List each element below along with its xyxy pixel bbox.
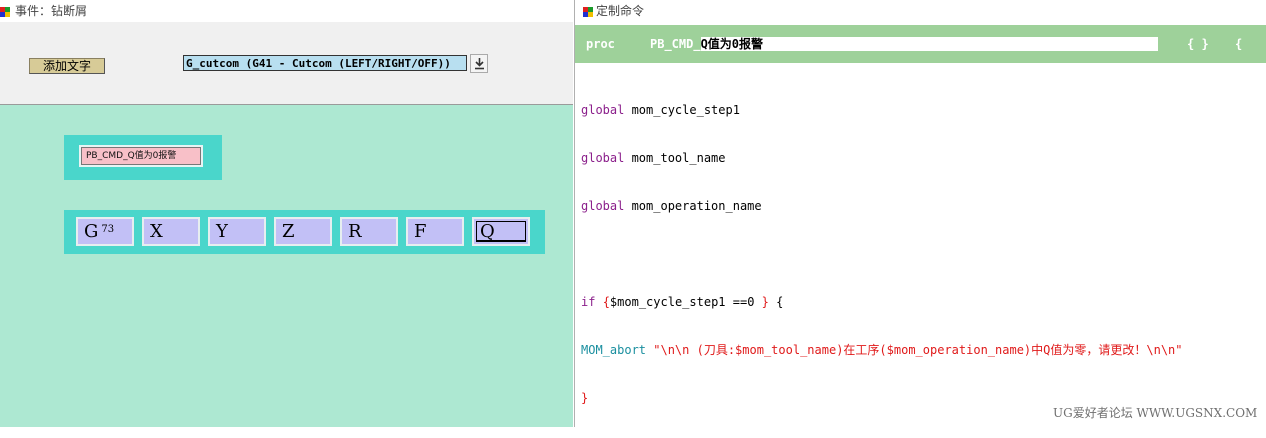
param-box-y[interactable]: Y <box>208 217 266 246</box>
param-box-q[interactable]: Q <box>472 217 530 246</box>
param-letter: F <box>414 221 427 242</box>
custom-command-titlebar: 定制命令 <box>575 0 1266 22</box>
proc-header-bar: proc PB_CMD_Q值为0报警 { } { <box>575 25 1266 63</box>
code-line: if {$mom_cycle_step1 ==0 } { <box>581 295 784 309</box>
param-box-g[interactable]: G 73 <box>76 217 134 246</box>
code-editor[interactable]: global mom_cycle_step1 global mom_tool_n… <box>581 70 1183 438</box>
param-letter: G <box>84 221 99 242</box>
event-toolbar: 添加文字 G_cutcom (G41 - Cutcom (LEFT/RIGHT/… <box>0 22 573 105</box>
proc-name-input[interactable]: PB_CMD_Q值为0报警 <box>650 37 1158 51</box>
param-box-x[interactable]: X <box>142 217 200 246</box>
param-box-r[interactable]: R <box>340 217 398 246</box>
app-icon <box>0 6 10 17</box>
custom-command-window: 定制命令 proc PB_CMD_Q值为0报警 { } { global mom… <box>574 0 1266 427</box>
event-window: 事件：钻断屑 添加文字 G_cutcom (G41 - Cutcom (LEFT… <box>0 0 573 427</box>
proc-open-brace: { <box>1235 37 1243 51</box>
param-box-z[interactable]: Z <box>274 217 332 246</box>
event-window-titlebar: 事件：钻断屑 <box>0 0 573 22</box>
proc-braces: { } <box>1187 37 1209 51</box>
code-line: global mom_operation_name <box>581 199 762 213</box>
event-select[interactable]: G_cutcom (G41 - Cutcom (LEFT/RIGHT/OFF)) <box>183 55 467 71</box>
custom-command-title: 定制命令 <box>596 4 645 18</box>
selection-outline <box>476 221 526 242</box>
proc-name-suffix: Q值为0报警 <box>700 37 764 51</box>
proc-keyword: proc <box>586 37 615 51</box>
add-text-button[interactable]: 添加文字 <box>29 58 105 74</box>
param-letter: Y <box>216 221 228 242</box>
param-letter: R <box>348 221 362 242</box>
proc-name-prefix: PB_CMD_ <box>650 37 701 51</box>
app-icon <box>583 6 593 17</box>
param-box-f[interactable]: F <box>406 217 464 246</box>
custom-command-text-field[interactable]: PB_CMD_Q值为0报警 <box>79 145 203 167</box>
code-line: MOM_abort "\n\n (刀具:$mom_tool_name)在工序($… <box>581 343 1183 357</box>
param-letter: X <box>150 221 163 242</box>
param-letter: Z <box>282 221 295 242</box>
watermark: UG爱好者论坛 WWW.UGSNX.COM <box>1053 406 1258 420</box>
download-arrow-icon[interactable] <box>470 54 488 73</box>
event-window-title: 事件：钻断屑 <box>15 4 88 18</box>
code-line: global mom_cycle_step1 <box>581 103 740 117</box>
code-line: global mom_tool_name <box>581 151 726 165</box>
param-code-number: 73 <box>101 224 115 235</box>
